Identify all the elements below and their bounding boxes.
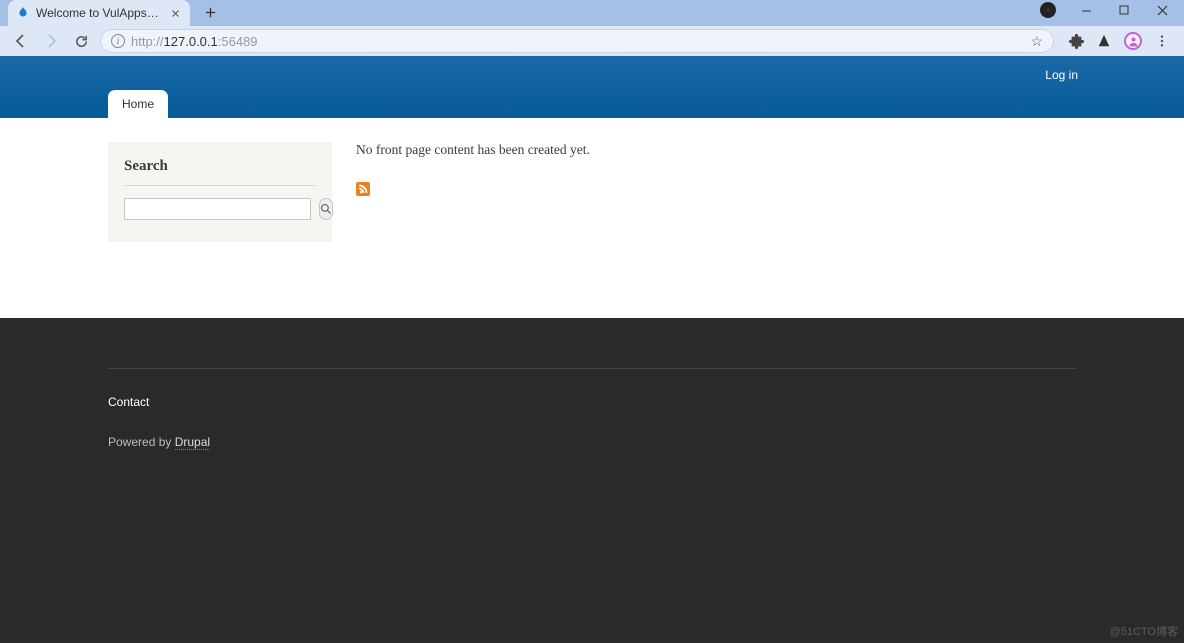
footer-divider [108, 368, 1076, 369]
new-tab-button[interactable] [198, 0, 222, 24]
drupal-favicon [16, 6, 30, 20]
toolbar-right [1062, 32, 1174, 50]
bookmark-star-icon[interactable]: ☆ [1030, 33, 1043, 50]
no-content-message: No front page content has been created y… [356, 142, 1184, 158]
footer-inner: Contact Powered by Drupal [108, 318, 1076, 449]
nav-reload-button[interactable] [70, 30, 92, 52]
rss-feed-icon[interactable] [356, 182, 370, 196]
window-minimize-icon[interactable] [1078, 2, 1094, 18]
drupal-link[interactable]: Drupal [175, 435, 210, 450]
extension-icon[interactable] [1096, 33, 1112, 49]
extensions-icon[interactable] [1068, 33, 1084, 49]
sidebar: Search [108, 142, 332, 318]
search-block: Search [108, 142, 332, 242]
search-submit-button[interactable] [319, 198, 333, 220]
search-form [124, 198, 316, 220]
search-input[interactable] [124, 198, 311, 220]
browser-tab[interactable]: Welcome to VulApps_Drupal_ [8, 0, 190, 26]
address-bar[interactable]: i http://127.0.0.1:56489 ☆ [100, 29, 1054, 53]
profile-avatar[interactable] [1124, 32, 1142, 50]
search-heading: Search [124, 158, 316, 186]
page-body: Search No front page content has been cr… [0, 118, 1184, 318]
primary-tabs: Home [108, 90, 168, 118]
tab-title: Welcome to VulApps_Drupal_ [36, 6, 162, 20]
nav-back-button[interactable] [10, 30, 32, 52]
site-info-icon[interactable]: i [111, 34, 125, 48]
page-viewport: Log in Home Search No front page content… [0, 56, 1184, 643]
site-footer: Contact Powered by Drupal [0, 318, 1184, 643]
powered-prefix: Powered by [108, 435, 175, 449]
site-header: Log in Home [0, 56, 1184, 118]
tab-home[interactable]: Home [108, 90, 168, 118]
powered-by: Powered by Drupal [108, 435, 1076, 449]
login-link[interactable]: Log in [1045, 68, 1078, 82]
browser-toolbar: i http://127.0.0.1:56489 ☆ [0, 26, 1184, 56]
window-close-icon[interactable] [1154, 2, 1170, 18]
window-controls: ▾ [1040, 0, 1184, 18]
browser-titlebar: Welcome to VulApps_Drupal_ ▾ [0, 0, 1184, 26]
nav-forward-button[interactable] [40, 30, 62, 52]
chrome-menu-icon[interactable] [1154, 33, 1170, 49]
url-text: http://127.0.0.1:56489 [131, 34, 258, 49]
window-maximize-icon[interactable] [1116, 2, 1132, 18]
extension-badge-icon[interactable]: ▾ [1040, 2, 1056, 18]
contact-link[interactable]: Contact [108, 395, 149, 409]
search-icon [320, 203, 332, 215]
main-content: No front page content has been created y… [356, 142, 1184, 318]
tab-close-icon[interactable] [168, 6, 182, 20]
